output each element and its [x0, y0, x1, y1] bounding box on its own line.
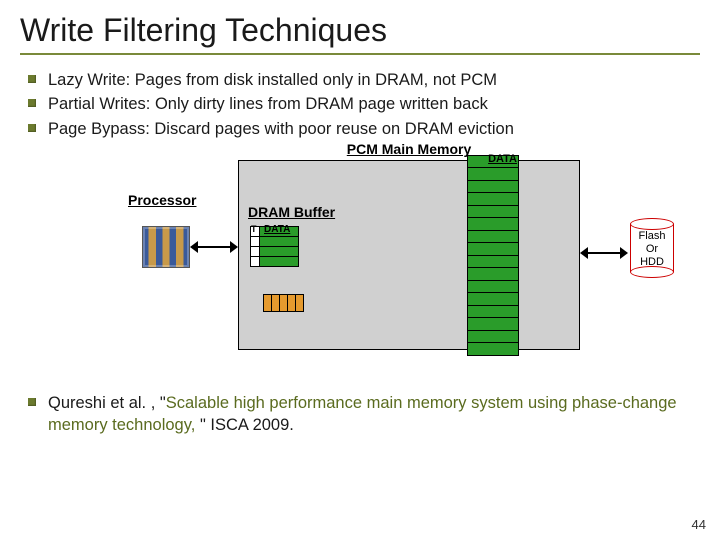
storage-disk-icon: Flash Or HDD: [630, 218, 674, 278]
slide-title: Write Filtering Techniques: [20, 12, 700, 49]
bullet-list-top: Lazy Write: Pages from disk installed on…: [20, 69, 700, 140]
citation-prefix: Qureshi et al. , ": [48, 394, 166, 412]
dram-data-label: DATA: [264, 224, 290, 235]
citation-bullet: Qureshi et al. , "Scalable high performa…: [20, 392, 700, 437]
architecture-diagram: Processor PCM Main Memory DATA DRAM Buff…: [120, 154, 600, 364]
bullet-item: Lazy Write: Pages from disk installed on…: [20, 69, 700, 91]
dram-extra-cells: [264, 294, 304, 312]
dram-buffer-label: DRAM Buffer: [248, 204, 335, 220]
pcm-data-label: DATA: [488, 153, 517, 165]
slide: Write Filtering Techniques Lazy Write: P…: [0, 0, 720, 540]
processor-chip-icon: [142, 226, 190, 268]
citation-suffix: " ISCA 2009.: [200, 416, 294, 434]
page-number: 44: [692, 517, 706, 532]
title-rule: [20, 53, 700, 55]
arrow-bidirectional-icon: [190, 240, 238, 254]
tag-column-label: T: [251, 224, 257, 234]
processor-label: Processor: [128, 192, 196, 208]
pcm-label: PCM Main Memory: [239, 141, 579, 157]
bullet-list-bottom: Qureshi et al. , "Scalable high performa…: [20, 392, 700, 437]
bullet-item: Partial Writes: Only dirty lines from DR…: [20, 93, 700, 115]
pcm-page-stack: [467, 155, 519, 355]
disk-label: Flash Or HDD: [630, 230, 674, 270]
arrow-bidirectional-icon: [580, 246, 628, 260]
bullet-item: Page Bypass: Discard pages with poor reu…: [20, 118, 700, 140]
